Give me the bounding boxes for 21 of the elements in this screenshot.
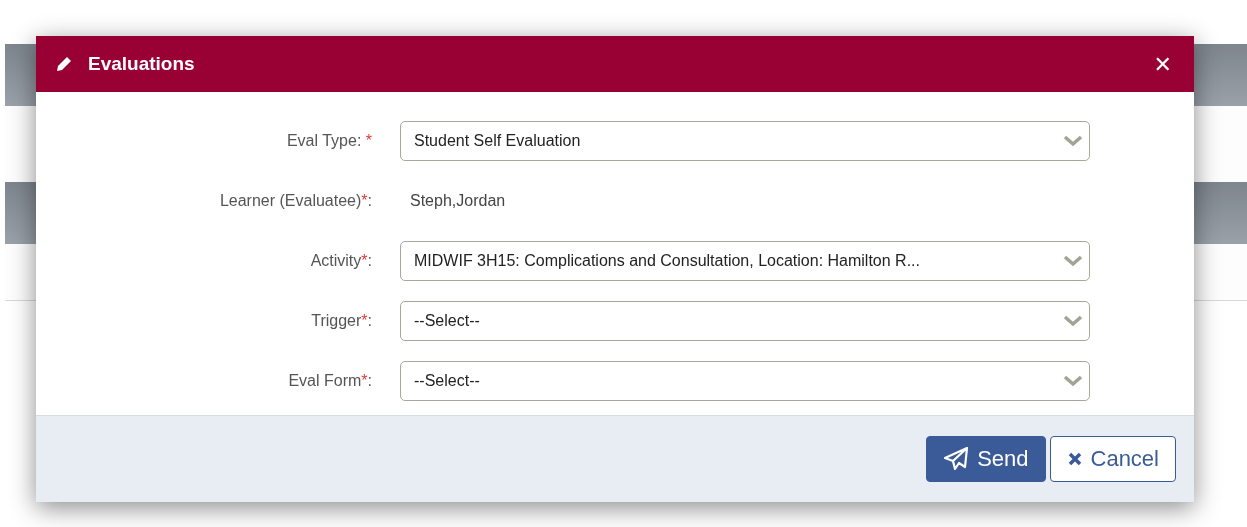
- field-value: Steph,Jordan: [409, 192, 507, 210]
- select-field[interactable]: --Select--: [400, 361, 1090, 401]
- close-icon: [1066, 451, 1083, 467]
- pencil-icon: [54, 54, 74, 74]
- dialog-title: Evaluations: [88, 53, 196, 75]
- select-field[interactable]: Student Self Evaluation: [400, 121, 1090, 161]
- close-button[interactable]: ✕: [1149, 51, 1176, 77]
- send-button[interactable]: Send: [926, 436, 1046, 482]
- paper-plane-icon: [943, 447, 970, 471]
- chevron-down-icon: [1063, 375, 1083, 387]
- chevron-down-icon: [1063, 255, 1083, 267]
- chevron-down-icon: [1063, 315, 1083, 327]
- cancel-button[interactable]: Cancel: [1049, 436, 1176, 482]
- field-label: Activity*:: [310, 252, 372, 270]
- field-label: Trigger*:: [311, 312, 372, 330]
- field-label: Learner (Evaluatee)*:: [219, 192, 372, 210]
- select-field[interactable]: MIDWIF 3H15: Complications and Consultation, Location: Hamilton R...: [400, 241, 1090, 281]
- field-label: Eval Form*:: [288, 372, 372, 390]
- chevron-down-icon: [1063, 135, 1083, 147]
- select-field[interactable]: --Select--: [400, 301, 1090, 341]
- field-label: Eval Type: *: [286, 132, 372, 150]
